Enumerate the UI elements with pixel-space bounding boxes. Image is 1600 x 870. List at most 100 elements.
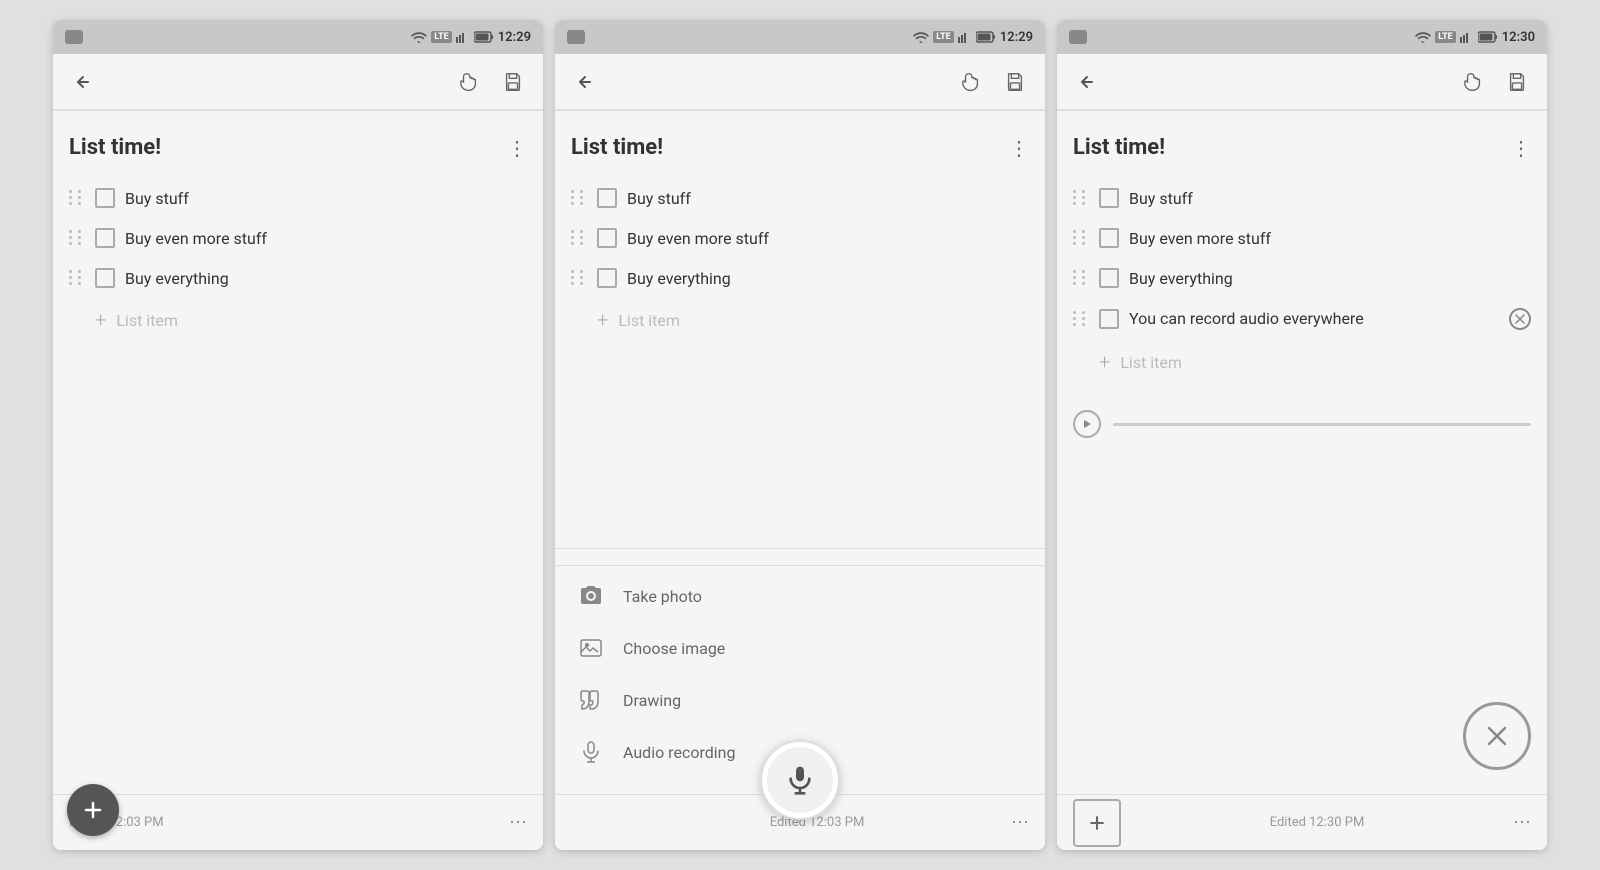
checkbox-3-4[interactable] xyxy=(1099,309,1119,329)
add-item-placeholder-3: List item xyxy=(1120,353,1182,372)
item-text-3-4: You can record audio everywhere xyxy=(1129,309,1495,330)
more-options-icon-1[interactable]: ⋮ xyxy=(507,136,527,160)
checkbox-1-3[interactable] xyxy=(95,268,115,288)
photo-status-icon-3 xyxy=(1069,30,1087,44)
more-options-icon-2[interactable]: ⋮ xyxy=(1009,136,1029,160)
signal-icon-3 xyxy=(1460,31,1474,43)
drag-handle-3-4[interactable] xyxy=(1073,311,1089,327)
mic-fab-2[interactable] xyxy=(760,740,840,820)
list-item-2-1: Buy stuff xyxy=(571,178,1029,218)
app-bar-left-3 xyxy=(1073,68,1101,96)
app-bar-left-2 xyxy=(571,68,599,96)
list-item-1-2: Buy even more stuff xyxy=(69,218,527,258)
list-title-row-3: List time! ⋮ xyxy=(1073,135,1531,160)
back-button-3[interactable] xyxy=(1073,68,1101,96)
three-dot-bottom-1[interactable]: ⋯ xyxy=(509,812,527,833)
status-bar-3: LTE 12:30 xyxy=(1057,20,1547,54)
more-options-icon-3[interactable]: ⋮ xyxy=(1511,136,1531,160)
checkbox-2-2[interactable] xyxy=(597,228,617,248)
edited-text-2: Edited 12:03 PM xyxy=(770,815,865,830)
add-plus-icon-3: + xyxy=(1099,350,1110,374)
status-time-1: 12:29 xyxy=(498,30,531,45)
status-bar-left-3 xyxy=(1069,30,1087,44)
status-bar-right-1: LTE 12:29 xyxy=(411,30,531,45)
play-button-3[interactable] xyxy=(1073,410,1101,438)
checkbox-3-3[interactable] xyxy=(1099,268,1119,288)
fab-1[interactable] xyxy=(67,784,119,836)
add-item-placeholder-2: List item xyxy=(618,311,680,330)
edited-text-3: Edited 12:30 PM xyxy=(1270,815,1365,830)
audio-slider-3[interactable] xyxy=(1113,423,1531,426)
drag-handle-1-3[interactable] xyxy=(69,270,85,286)
list-title-2: List time! xyxy=(571,135,663,160)
audio-player-3 xyxy=(1073,400,1531,448)
battery-icon-2 xyxy=(976,31,996,43)
item-text-1-2: Buy even more stuff xyxy=(125,229,527,248)
mic-icon-menu xyxy=(579,740,603,764)
drag-handle-2-3[interactable] xyxy=(571,270,587,286)
item-text-3-3: Buy everything xyxy=(1129,269,1531,288)
mic-fab-inner xyxy=(767,747,833,813)
checkbox-2-3[interactable] xyxy=(597,268,617,288)
save-icon-3[interactable] xyxy=(1503,68,1531,96)
app-bar-3 xyxy=(1057,54,1547,110)
phone-1: LTE 12:29 xyxy=(53,20,543,850)
add-item-row-1[interactable]: + List item xyxy=(69,298,527,342)
content-1: List time! ⋮ Buy stuff Buy even more stu… xyxy=(53,119,543,794)
camera-icon xyxy=(579,584,603,608)
add-item-row-3[interactable]: + List item xyxy=(1073,340,1531,384)
touch-icon-2[interactable] xyxy=(957,68,985,96)
take-photo-item[interactable]: Take photo xyxy=(555,570,1045,622)
three-dot-bottom-3[interactable]: ⋯ xyxy=(1513,812,1531,833)
list-item-1-1: Buy stuff xyxy=(69,178,527,218)
touch-icon-3[interactable] xyxy=(1459,68,1487,96)
choose-image-item[interactable]: Choose image xyxy=(555,622,1045,674)
drag-handle-3-2[interactable] xyxy=(1073,230,1089,246)
item-text-2-1: Buy stuff xyxy=(627,189,1029,208)
app-bar-right-2 xyxy=(957,68,1029,96)
three-dot-bottom-2[interactable]: ⋯ xyxy=(1011,812,1029,833)
drag-handle-1-2[interactable] xyxy=(69,230,85,246)
add-plus-icon-2: + xyxy=(597,308,608,332)
item-text-3-2: Buy even more stuff xyxy=(1129,229,1531,248)
bottom-bar-3: Edited 12:30 PM ⋯ xyxy=(1057,794,1547,850)
checkbox-3-2[interactable] xyxy=(1099,228,1119,248)
drag-handle-2-2[interactable] xyxy=(571,230,587,246)
back-button-2[interactable] xyxy=(571,68,599,96)
save-icon-1[interactable] xyxy=(499,68,527,96)
add-item-placeholder-1: List item xyxy=(116,311,178,330)
checkbox-2-1[interactable] xyxy=(597,188,617,208)
app-bar-1 xyxy=(53,54,543,110)
drawing-item[interactable]: Drawing xyxy=(555,674,1045,726)
add-item-row-2[interactable]: + List item xyxy=(571,298,1029,342)
app-bar-right-1 xyxy=(455,68,527,96)
fab-3[interactable] xyxy=(1073,799,1121,847)
item-text-1-1: Buy stuff xyxy=(125,189,527,208)
checkbox-1-1[interactable] xyxy=(95,188,115,208)
checkbox-1-2[interactable] xyxy=(95,228,115,248)
close-fab-3[interactable] xyxy=(1463,702,1531,770)
touch-icon-1[interactable] xyxy=(455,68,483,96)
signal-icon-2 xyxy=(958,31,972,43)
list-title-row-1: List time! ⋮ xyxy=(69,135,527,160)
item-text-2-3: Buy everything xyxy=(627,269,1029,288)
close-item-button-3-4[interactable] xyxy=(1509,308,1531,330)
drag-handle-3-3[interactable] xyxy=(1073,270,1089,286)
drag-handle-1-1[interactable] xyxy=(69,190,85,206)
list-item-1-3: Buy everything xyxy=(69,258,527,298)
save-icon-2[interactable] xyxy=(1001,68,1029,96)
add-plus-icon-1: + xyxy=(95,308,106,332)
list-item-2-2: Buy even more stuff xyxy=(571,218,1029,258)
checkbox-3-1[interactable] xyxy=(1099,188,1119,208)
list-item-3-1: Buy stuff xyxy=(1073,178,1531,218)
lte-badge-2: LTE xyxy=(933,31,954,43)
battery-icon-1 xyxy=(474,31,494,43)
item-text-3-1: Buy stuff xyxy=(1129,189,1531,208)
take-photo-label: Take photo xyxy=(623,587,702,606)
item-text-1-3: Buy everything xyxy=(125,269,527,288)
back-button-1[interactable] xyxy=(69,68,97,96)
drag-handle-2-1[interactable] xyxy=(571,190,587,206)
list-item-3-4: You can record audio everywhere xyxy=(1073,298,1531,340)
wifi-icon-2 xyxy=(913,31,929,43)
drag-handle-3-1[interactable] xyxy=(1073,190,1089,206)
